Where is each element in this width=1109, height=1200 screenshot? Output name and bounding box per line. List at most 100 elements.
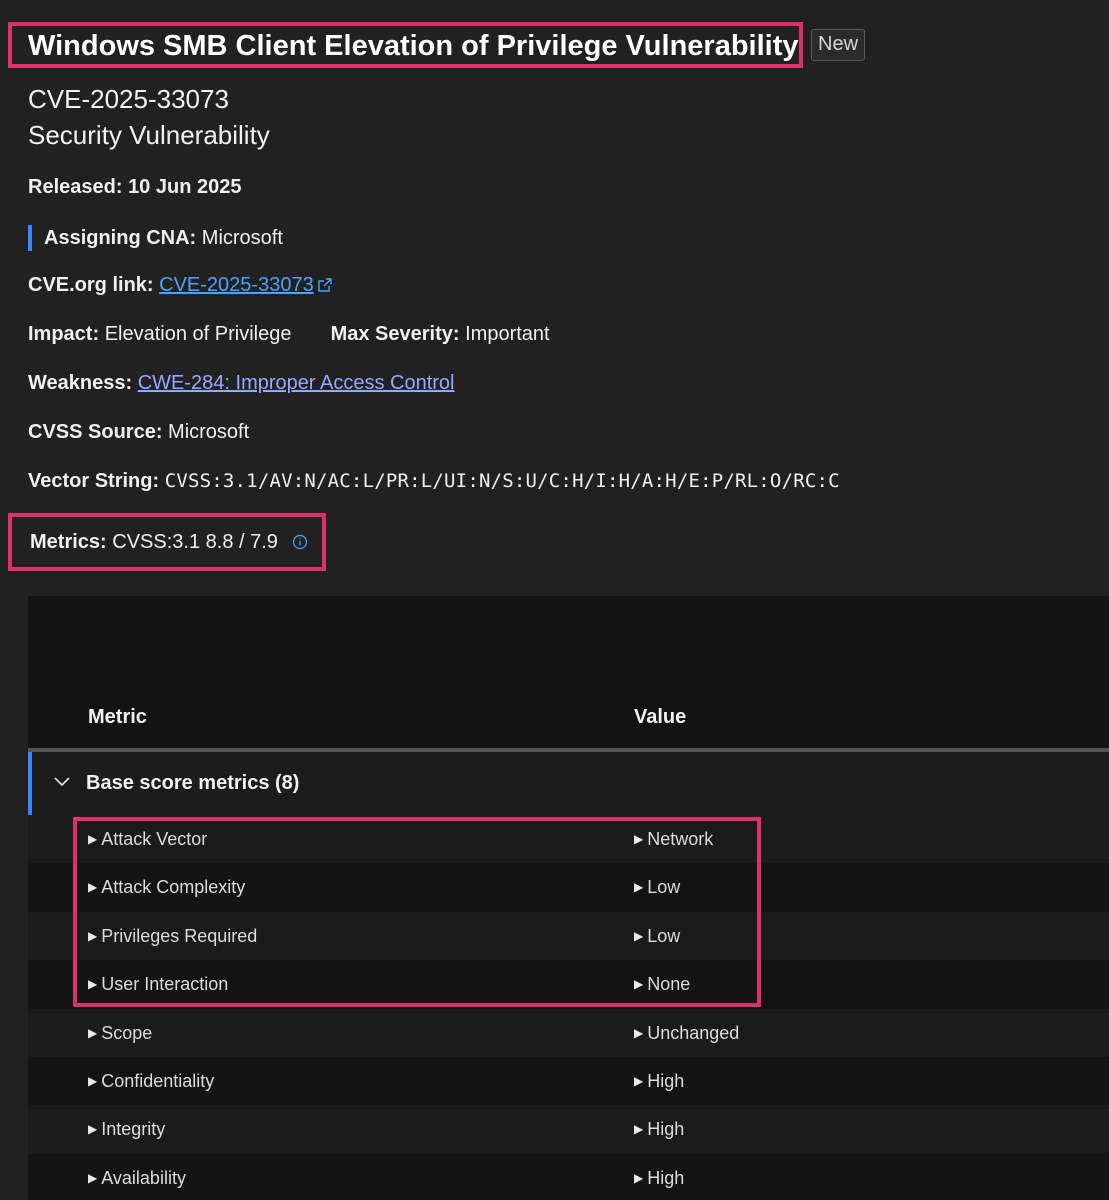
metric-cell: ▶ Confidentiality <box>88 1071 214 1092</box>
metric-name: Attack Vector <box>101 829 208 849</box>
triangle-right-icon[interactable]: ▶ <box>88 1026 97 1040</box>
metric-cell: ▶ Scope <box>88 1023 152 1044</box>
vector-string-line: Vector String: CVSS:3.1/AV:N/AC:L/PR:L/U… <box>28 470 840 493</box>
metric-value: High <box>647 1070 685 1091</box>
metric-value: Low <box>647 925 681 946</box>
metrics-table: Metric Value Base score metrics (8) ▶ Att… <box>28 596 1109 1200</box>
metrics-value: CVSS:3.1 8.8 / 7.9 <box>112 530 278 553</box>
page-title: Windows SMB Client Elevation of Privileg… <box>28 29 799 62</box>
metric-value: None <box>647 974 691 995</box>
cna-value: Microsoft <box>201 227 283 249</box>
new-badge: New <box>811 29 866 61</box>
impact-line: Impact: Elevation of Privilege Max Sever… <box>28 323 550 346</box>
cveorg-label: CVE.org link: <box>28 274 154 296</box>
cna-label: Assigning CNA: <box>44 227 197 249</box>
vulnerability-page: Windows SMB Client Elevation of Privileg… <box>0 0 1109 1200</box>
released-line: Released: 10 Jun 2025 <box>28 176 241 199</box>
metric-value: Low <box>647 877 681 898</box>
triangle-right-icon[interactable]: ▶ <box>634 832 643 846</box>
metric-value: High <box>647 1119 685 1140</box>
assigning-cna-line: Assigning CNA: Microsoft <box>28 225 283 251</box>
cvss-source-value: Microsoft <box>168 421 250 443</box>
triangle-right-icon[interactable]: ▶ <box>634 929 643 943</box>
triangle-right-icon[interactable]: ▶ <box>634 977 643 991</box>
weakness-line: Weakness: CWE-284: Improper Access Contr… <box>28 372 454 395</box>
value-cell: ▶ High <box>634 1168 684 1189</box>
triangle-right-icon[interactable]: ▶ <box>88 977 97 991</box>
value-cell: ▶ Network <box>634 829 713 850</box>
triangle-right-icon[interactable]: ▶ <box>634 880 643 894</box>
impact-value: Elevation of Privilege <box>104 323 292 345</box>
cveorg-line: CVE.org link: CVE-2025-33073 <box>28 274 332 297</box>
external-link-icon <box>318 278 332 292</box>
cvss-source-line: CVSS Source: Microsoft <box>28 421 249 444</box>
metric-cell: ▶ Privileges Required <box>88 926 257 947</box>
triangle-right-icon[interactable]: ▶ <box>88 929 97 943</box>
metric-name: Confidentiality <box>101 1070 215 1091</box>
metric-cell: ▶ Integrity <box>88 1119 165 1140</box>
metric-cell: ▶ Attack Complexity <box>88 877 245 898</box>
metric-cell: ▶ Attack Vector <box>88 829 207 850</box>
table-row[interactable]: ▶ Privileges Required ▶ Low <box>28 911 1109 961</box>
value-cell: ▶ High <box>634 1119 684 1140</box>
triangle-right-icon[interactable]: ▶ <box>88 832 97 846</box>
metric-name: Privileges Required <box>101 925 258 946</box>
vector-label: Vector String: <box>28 470 160 492</box>
metric-name: Availability <box>101 1167 186 1188</box>
metrics-label: Metrics: <box>30 530 107 553</box>
value-cell: ▶ Low <box>634 926 680 947</box>
table-rows: ▶ Attack Vector ▶ Network ▶ Attack Complexi… <box>28 815 1109 1200</box>
released-label: Released: <box>28 176 123 198</box>
column-header-value[interactable]: Value <box>634 706 686 729</box>
triangle-right-icon[interactable]: ▶ <box>88 1171 97 1185</box>
metric-name: Integrity <box>101 1119 166 1140</box>
title-highlight-box: Windows SMB Client Elevation of Privileg… <box>8 22 803 68</box>
metric-cell: ▶ Availability <box>88 1168 186 1189</box>
triangle-right-icon[interactable]: ▶ <box>634 1171 643 1185</box>
vector-value: CVSS:3.1/AV:N/AC:L/PR:L/UI:N/S:U/C:H/I:H… <box>164 470 840 492</box>
value-cell: ▶ None <box>634 974 690 995</box>
table-row[interactable]: ▶ Scope ▶ Unchanged <box>28 1008 1109 1057</box>
metric-value: Network <box>647 829 714 849</box>
value-cell: ▶ High <box>634 1071 684 1092</box>
cveorg-link[interactable]: CVE-2025-33073 <box>159 274 332 296</box>
base-score-group-row[interactable]: Base score metrics (8) <box>28 752 1109 815</box>
triangle-right-icon[interactable]: ▶ <box>634 1074 643 1088</box>
metric-name: Scope <box>101 1022 153 1043</box>
released-value: 10 Jun 2025 <box>128 176 242 198</box>
group-label: Base score metrics (8) <box>86 772 300 794</box>
metric-value: High <box>647 1167 685 1188</box>
table-row[interactable]: ▶ Availability ▶ High <box>28 1153 1109 1200</box>
metric-name: Attack Complexity <box>101 877 246 898</box>
cveorg-link-text: CVE-2025-33073 <box>159 274 314 296</box>
impact-label: Impact: <box>28 323 100 345</box>
weakness-label: Weakness: <box>28 372 133 394</box>
table-row[interactable]: ▶ Integrity ▶ High <box>28 1105 1109 1154</box>
cve-id: CVE-2025-33073 <box>28 84 229 114</box>
table-row[interactable]: ▶ Confidentiality ▶ High <box>28 1056 1109 1106</box>
cvss-source-label: CVSS Source: <box>28 421 163 443</box>
severity-value: Important <box>465 323 550 345</box>
table-row[interactable]: ▶ User Interaction ▶ None <box>28 960 1109 1009</box>
triangle-right-icon[interactable]: ▶ <box>634 1026 643 1040</box>
column-header-metric[interactable]: Metric <box>88 706 147 729</box>
metrics-highlight-box: Metrics: CVSS:3.1 8.8 / 7.9 <box>8 513 326 571</box>
weakness-link[interactable]: CWE-284: Improper Access Control <box>138 372 455 394</box>
severity-label: Max Severity: <box>330 323 460 345</box>
metric-name: User Interaction <box>101 974 229 995</box>
metric-value: Unchanged <box>647 1022 740 1043</box>
triangle-right-icon[interactable]: ▶ <box>88 1074 97 1088</box>
table-row[interactable]: ▶ Attack Vector ▶ Network <box>28 815 1109 864</box>
triangle-right-icon[interactable]: ▶ <box>88 1122 97 1136</box>
table-header: Metric Value <box>28 596 1109 752</box>
info-icon[interactable] <box>292 534 308 550</box>
table-row[interactable]: ▶ Attack Complexity ▶ Low <box>28 863 1109 912</box>
chevron-down-icon[interactable] <box>52 772 72 792</box>
value-cell: ▶ Low <box>634 877 680 898</box>
metric-cell: ▶ User Interaction <box>88 974 228 995</box>
triangle-right-icon[interactable]: ▶ <box>634 1122 643 1136</box>
value-cell: ▶ Unchanged <box>634 1023 739 1044</box>
page-subtitle: Security Vulnerability <box>28 120 270 150</box>
triangle-right-icon[interactable]: ▶ <box>88 880 97 894</box>
title-row: Windows SMB Client Elevation of Privileg… <box>8 22 866 68</box>
